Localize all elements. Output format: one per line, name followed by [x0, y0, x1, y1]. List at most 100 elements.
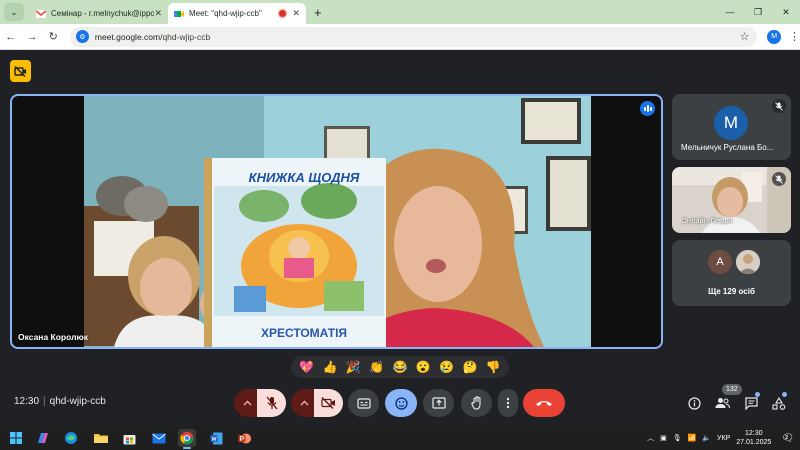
- mic-off-icon: [772, 99, 786, 113]
- more-participants-tile[interactable]: A Ще 129 осіб: [672, 240, 791, 306]
- mic-off-icon: [772, 172, 786, 186]
- google-meet-icon: [174, 9, 184, 19]
- book-title: КНИЖКА ЩОДНЯ: [248, 170, 360, 185]
- activities-dot: [782, 392, 787, 397]
- site-info-icon[interactable]: ⚙: [75, 30, 89, 43]
- people-icon: [715, 398, 730, 409]
- closed-captions-icon: [356, 397, 371, 409]
- meet-presenting-icon[interactable]: ▣: [660, 434, 667, 442]
- close-tab-icon[interactable]: ✕: [154, 8, 162, 19]
- maximize-icon[interactable]: ❐: [744, 7, 772, 18]
- profile-avatar[interactable]: M: [767, 29, 781, 44]
- tab-search-button[interactable]: ⌄: [4, 3, 24, 21]
- bookmark-star-icon[interactable]: ☆: [740, 30, 750, 43]
- more-options-button[interactable]: [498, 389, 518, 417]
- browser-toolbar: ← → ↻ ⚙ meet.google.com/qhd-wjip-ccb ☆ M…: [0, 24, 800, 50]
- reaction-sad[interactable]: 😢: [439, 361, 454, 373]
- leave-call-button[interactable]: [523, 389, 565, 417]
- clock-time: 12:30: [745, 430, 763, 437]
- emoji-icon: [394, 396, 408, 410]
- chrome-taskbar-icon[interactable]: [178, 429, 196, 449]
- meeting-code: qhd-wjip-ccb: [49, 396, 106, 407]
- reaction-clap[interactable]: 👏: [369, 361, 384, 373]
- keyboard-language[interactable]: УКР: [717, 435, 730, 442]
- windows-logo-icon: [10, 432, 22, 444]
- tab-meet[interactable]: Meet: "qhd-wjip-ccb" ✕: [168, 3, 306, 24]
- avatar: A: [708, 250, 732, 274]
- mic-tray-icon[interactable]: 🎙: [673, 434, 682, 442]
- mail-icon[interactable]: [150, 429, 168, 447]
- reaction-laugh[interactable]: 😂: [393, 361, 408, 373]
- reaction-thinking[interactable]: 🤔: [462, 361, 477, 373]
- reaction-thumbs-down[interactable]: 👎: [486, 361, 501, 373]
- taskbar-clock[interactable]: 12:30 27.01.2025: [736, 429, 771, 447]
- present-screen-icon: [431, 397, 446, 409]
- close-tab-icon[interactable]: ✕: [292, 8, 300, 19]
- notification-count: 2: [785, 434, 789, 441]
- people-button[interactable]: [712, 393, 732, 413]
- window-controls: — ❐ ✕: [716, 0, 800, 24]
- call-end-icon: [536, 401, 552, 406]
- reactions-button[interactable]: [385, 389, 417, 417]
- close-window-icon[interactable]: ✕: [772, 7, 800, 18]
- url-text: meet.google.com/qhd-wjip-ccb: [94, 31, 211, 42]
- forward-icon[interactable]: →: [21, 31, 42, 43]
- reaction-surprised[interactable]: 😮: [416, 361, 431, 373]
- browser-menu-icon[interactable]: ⋮: [789, 30, 800, 43]
- info-icon: [687, 396, 701, 410]
- book-subtitle: ХРЕСТОМАТІЯ: [260, 326, 348, 340]
- camera-off-warning-icon[interactable]: [10, 60, 31, 82]
- tab-title: Meet: "qhd-wjip-ccb": [189, 9, 262, 18]
- tab-title: Семінар - r.melnychuk@ippo.o: [51, 9, 155, 18]
- gmail-icon: [35, 9, 47, 19]
- reaction-heart[interactable]: 💖: [299, 361, 314, 373]
- chat-icon: [744, 396, 758, 410]
- camera-off-icon: [321, 397, 335, 409]
- copilot-icon[interactable]: [34, 429, 52, 447]
- store-icon[interactable]: [120, 429, 138, 447]
- word-icon[interactable]: [207, 429, 225, 447]
- others-count-label: Ще 129 осіб: [708, 287, 755, 296]
- start-button[interactable]: [7, 429, 25, 447]
- meeting-time: 12:30: [14, 396, 40, 407]
- edge-icon[interactable]: [62, 429, 80, 447]
- network-icon[interactable]: 📶: [688, 434, 697, 442]
- file-explorer-icon[interactable]: [92, 429, 110, 447]
- unread-dot: [755, 392, 760, 397]
- participant-name: Онлайн Лекція: [681, 216, 733, 225]
- minimize-icon[interactable]: —: [716, 7, 744, 17]
- reload-icon[interactable]: ↻: [43, 30, 64, 43]
- meeting-info: 12:30 | qhd-wjip-ccb: [14, 396, 106, 407]
- activities-icon: [772, 396, 786, 410]
- participant-tile[interactable]: M Мельничук Руслана Бо...: [672, 94, 791, 160]
- back-icon[interactable]: ←: [0, 31, 21, 43]
- reaction-party[interactable]: 🎉: [346, 361, 361, 373]
- speaker-icon[interactable]: 🔈: [702, 434, 711, 442]
- notifications-icon[interactable]: 🗨 2: [781, 433, 794, 444]
- tab-seminar[interactable]: Семінар - r.melnychuk@ippo.o ✕: [30, 3, 168, 24]
- participant-name: Мельничук Руслана Бо...: [681, 143, 774, 152]
- microphone-toggle-button[interactable]: [257, 389, 286, 417]
- address-bar[interactable]: ⚙ meet.google.com/qhd-wjip-ccb ☆: [69, 26, 758, 47]
- participant-tile[interactable]: Онлайн Лекція: [672, 167, 791, 233]
- main-video-tile[interactable]: КНИЖКА ЩОДНЯ ХРЕСТОМАТІЯ Оксана Королюк: [10, 94, 663, 349]
- system-tray: ︿ ▣ 🎙 📶 🔈 УКР 12:30 27.01.2025 🗨 2: [647, 426, 800, 450]
- meeting-details-button[interactable]: [684, 393, 704, 413]
- present-screen-button[interactable]: [423, 389, 454, 417]
- captions-button[interactable]: [348, 389, 379, 417]
- avatar-photo: [736, 250, 760, 274]
- mic-off-icon: [266, 396, 277, 410]
- avatar: M: [714, 106, 748, 140]
- chevron-up-icon: [300, 400, 308, 406]
- camera-toggle-button[interactable]: [314, 389, 343, 417]
- chevron-up-icon: [243, 400, 251, 406]
- powerpoint-icon[interactable]: [235, 429, 253, 447]
- mini-avatars: A: [708, 250, 760, 274]
- raise-hand-button[interactable]: [461, 389, 492, 417]
- show-hidden-icons-icon[interactable]: ︿: [647, 433, 654, 443]
- more-vert-icon: [506, 397, 510, 409]
- reaction-thumbs-up[interactable]: 👍: [323, 361, 338, 373]
- participant-video: КНИЖКА ЩОДНЯ ХРЕСТОМАТІЯ: [84, 96, 591, 347]
- new-tab-button[interactable]: +: [314, 5, 322, 20]
- recording-indicator-icon: [279, 10, 287, 17]
